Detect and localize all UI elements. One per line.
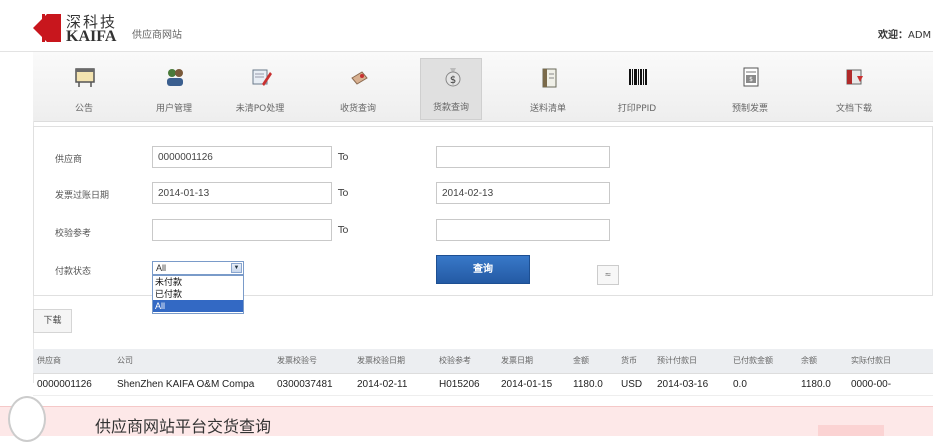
table-cell: 1180.0	[797, 373, 847, 396]
invoice-date-to-input[interactable]	[436, 182, 610, 204]
pay-status-option[interactable]: 未付款	[153, 276, 243, 288]
table-cell: H015206	[435, 373, 497, 396]
table-cell: 2014-03-16	[653, 373, 729, 396]
tool-label: 货款查询	[432, 103, 469, 113]
delivery-list-icon	[542, 68, 557, 88]
notice-board-icon	[75, 68, 95, 87]
caption-text: 供应商网站平台交货查询	[95, 417, 272, 436]
tool-document-download[interactable]: 文档下载	[823, 60, 885, 120]
check-ref-label: 校验参考	[55, 229, 92, 239]
table-cell: ShenZhen KAIFA O&M Compa	[113, 373, 273, 396]
tool-label: 收货查询	[339, 104, 376, 114]
download-button[interactable]: 下载	[33, 309, 72, 333]
svg-text:$: $	[450, 75, 456, 86]
table-cell: 1180.0	[569, 373, 617, 396]
money-bag-icon: $	[445, 68, 461, 87]
tool-label: 未清PO处理	[235, 104, 285, 114]
column-header[interactable]: 余额	[797, 349, 847, 374]
to-label: To	[338, 188, 349, 199]
table-cell: 2014-01-15	[497, 373, 569, 396]
tool-delivery-list[interactable]: 送料清单	[517, 60, 579, 120]
pay-status-option[interactable]: 已付款	[153, 288, 243, 300]
to-label: To	[338, 152, 349, 163]
supplier-from-input[interactable]	[152, 146, 332, 168]
table-row[interactable]: 0000001126 ShenZhen KAIFA O&M Compa 0300…	[33, 373, 933, 396]
tool-user-management[interactable]: 用户管理	[143, 60, 205, 120]
tool-receipt-query[interactable]: 收货查询	[327, 60, 389, 120]
table-cell: 0300037481	[273, 373, 353, 396]
column-header[interactable]: 公司	[113, 349, 273, 374]
pay-status-label: 付款状态	[55, 267, 92, 277]
welcome-label: 欢迎：	[878, 30, 908, 41]
column-header[interactable]: 金额	[569, 349, 617, 374]
table-cell: 0.0	[729, 373, 797, 396]
collapse-icon[interactable]: ≈	[597, 265, 619, 285]
logo-english-name: KAIFA	[66, 28, 117, 45]
tool-notice[interactable]: 公告	[53, 60, 115, 120]
tool-label: 用户管理	[155, 104, 192, 114]
tool-label: 公告	[74, 104, 93, 114]
chevron-down-icon[interactable]: ▼	[231, 263, 242, 273]
receipt-query-icon	[351, 71, 368, 85]
pay-status-option-selected[interactable]: All	[153, 300, 243, 312]
svg-text:$: $	[749, 76, 753, 83]
table-cell: 0000001126	[33, 373, 113, 396]
table-cell: 2014-02-11	[353, 373, 435, 396]
invoice-date-label: 发票过账日期	[55, 191, 110, 201]
column-header[interactable]: 发票日期	[497, 349, 569, 374]
column-header[interactable]: 货币	[617, 349, 653, 374]
supplier-label: 供应商	[55, 155, 83, 165]
check-ref-to-input[interactable]	[436, 219, 610, 241]
pay-status-dropdown: 未付款 已付款 All	[152, 275, 244, 314]
tool-label: 预制发票	[731, 104, 768, 114]
welcome-text: 欢迎：ADM	[878, 26, 931, 41]
results-table: 供应商 公司 发票校验号 发票校验日期 校验参考 发票日期 金额 货币 预计付款…	[33, 349, 933, 396]
po-edit-icon	[252, 69, 272, 86]
table-cell: 0000-00-	[847, 373, 933, 396]
tool-label: 送料清单	[529, 104, 566, 114]
users-icon	[167, 69, 183, 86]
table-header-row: 供应商 公司 发票校验号 发票校验日期 校验参考 发票日期 金额 货币 预计付款…	[33, 349, 933, 374]
main-toolbar: 公告 用户管理 未清PO处理 收货查询 $ 货款查询 送料清单 打印PPID $…	[33, 52, 933, 122]
column-header[interactable]: 校验参考	[435, 349, 497, 374]
app-header: 深科技 KAIFA 供应商网站 欢迎：ADM	[0, 0, 933, 52]
kaifa-logo-icon	[33, 14, 61, 42]
pay-status-selected: All	[156, 263, 167, 273]
column-header[interactable]: 预计付款日	[653, 349, 729, 374]
column-header[interactable]: 实际付款日	[847, 349, 933, 374]
document-download-icon	[846, 69, 863, 85]
tool-print-ppid[interactable]: 打印PPID	[606, 60, 668, 120]
tool-payment-query[interactable]: $ 货款查询	[420, 58, 482, 120]
tool-more[interactable]: 预	[913, 60, 933, 120]
column-header[interactable]: 发票校验号	[273, 349, 353, 374]
tool-pre-invoice[interactable]: $ 预制发票	[719, 60, 781, 120]
tool-open-po[interactable]: 未清PO处理	[229, 60, 291, 120]
invoice-date-from-input[interactable]	[152, 182, 332, 204]
banner-decoration	[818, 425, 884, 436]
welcome-user: ADM	[908, 30, 932, 41]
site-title: 供应商网站	[132, 30, 182, 41]
column-header[interactable]: 发票校验日期	[353, 349, 435, 374]
supplier-to-input[interactable]	[436, 146, 610, 168]
circle-decoration-icon	[8, 396, 46, 442]
to-label: To	[338, 225, 349, 236]
column-header[interactable]: 已付款金额	[729, 349, 797, 374]
check-ref-from-input[interactable]	[152, 219, 332, 241]
pay-status-select[interactable]: All ▼	[152, 261, 244, 275]
tool-label: 文档下载	[835, 104, 872, 114]
query-button[interactable]: 查询	[436, 255, 530, 284]
column-header[interactable]: 供应商	[33, 349, 113, 374]
table-cell: USD	[617, 373, 653, 396]
barcode-icon	[629, 69, 647, 85]
tool-label: 打印PPID	[617, 104, 657, 114]
invoice-icon: $	[743, 67, 759, 87]
